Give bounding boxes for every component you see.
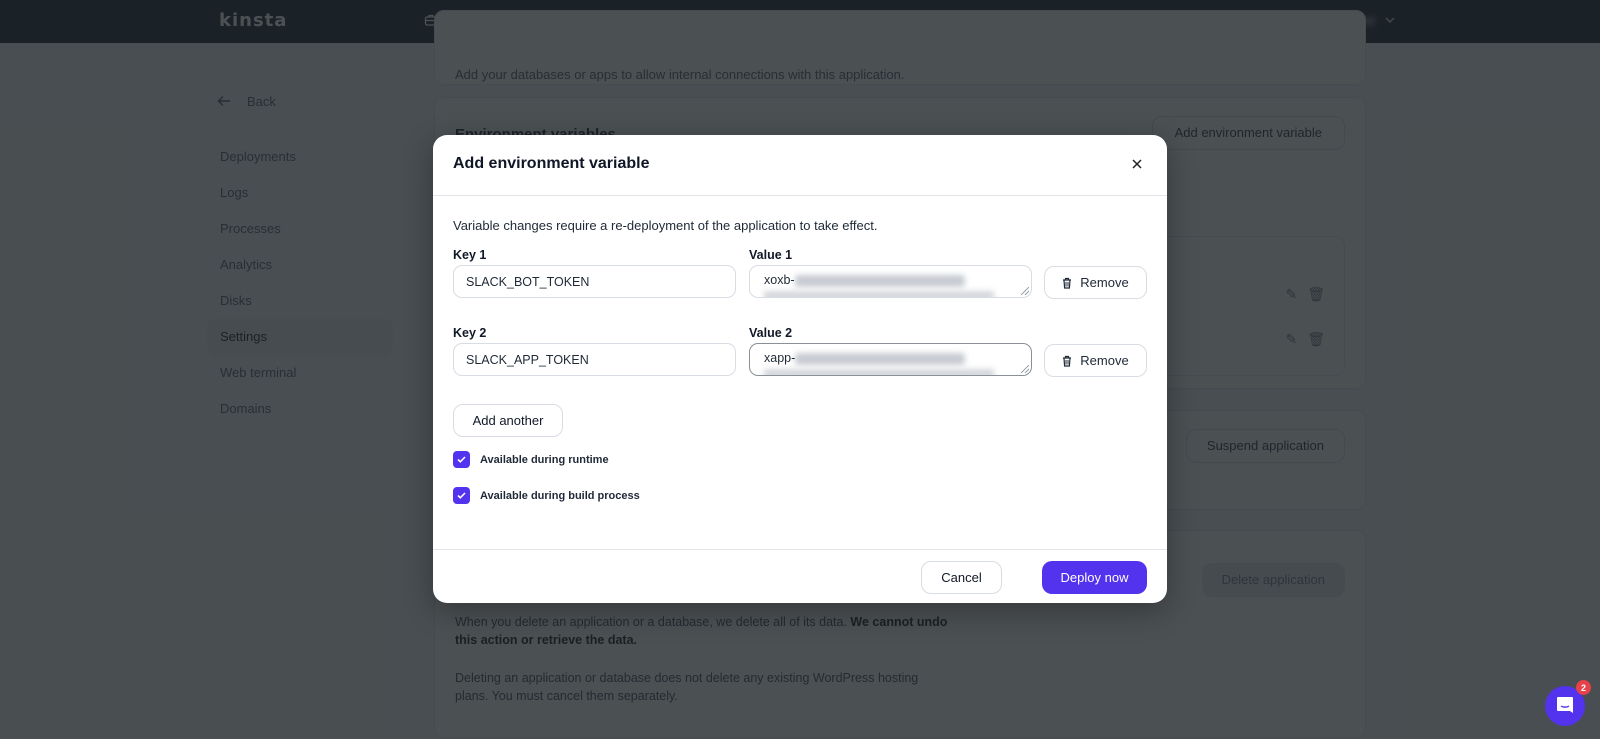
resize-handle[interactable] <box>1021 365 1029 373</box>
value-textarea[interactable]: xapp- <box>749 343 1032 376</box>
checkmark-icon <box>457 492 466 499</box>
remove-variable-button[interactable]: Remove <box>1044 266 1147 299</box>
redeploy-note: Variable changes require a re-deployment… <box>453 218 878 233</box>
redacted-secret <box>795 352 966 365</box>
add-env-variable-modal: Add environment variable Variable change… <box>433 135 1167 603</box>
runtime-checkbox[interactable] <box>453 451 470 468</box>
build-checkbox-row[interactable]: Available during build process <box>453 487 640 504</box>
key-label: Key 2 <box>453 326 487 340</box>
chat-icon <box>1557 697 1573 713</box>
trash-icon <box>1063 277 1072 289</box>
modal-header: Add environment variable <box>433 135 1167 196</box>
add-another-button[interactable]: Add another <box>453 404 563 437</box>
build-checkbox-label: Available during build process <box>480 489 640 502</box>
key-input[interactable] <box>453 265 736 298</box>
redacted-secret-line <box>764 291 994 297</box>
redacted-secret-line <box>764 369 994 375</box>
close-icon <box>1132 159 1142 169</box>
value-prefix: xapp- <box>764 351 796 365</box>
build-process-checkbox[interactable] <box>453 487 470 504</box>
key-input[interactable] <box>453 343 736 376</box>
remove-label: Remove <box>1080 275 1129 290</box>
runtime-checkbox-row[interactable]: Available during runtime <box>453 451 609 468</box>
checkmark-icon <box>457 456 466 463</box>
remove-label: Remove <box>1080 353 1129 368</box>
cancel-button[interactable]: Cancel <box>921 561 1002 594</box>
modal-footer-divider <box>433 549 1167 550</box>
runtime-checkbox-label: Available during runtime <box>480 453 609 466</box>
close-button[interactable] <box>1129 156 1145 172</box>
value-label: Value 1 <box>749 248 793 262</box>
deploy-now-button[interactable]: Deploy now <box>1042 561 1147 594</box>
trash-icon <box>1063 355 1072 367</box>
remove-variable-button[interactable]: Remove <box>1044 344 1147 377</box>
resize-handle[interactable] <box>1021 287 1029 295</box>
value-prefix: xoxb- <box>764 273 795 287</box>
key-label: Key 1 <box>453 248 487 262</box>
value-textarea[interactable]: xoxb- <box>749 265 1032 298</box>
modal-title: Add environment variable <box>453 155 650 172</box>
chat-widget-button[interactable]: 2 <box>1545 680 1591 726</box>
value-label: Value 2 <box>749 326 793 340</box>
chat-unread-badge: 2 <box>1576 680 1591 695</box>
redacted-secret <box>794 274 965 287</box>
